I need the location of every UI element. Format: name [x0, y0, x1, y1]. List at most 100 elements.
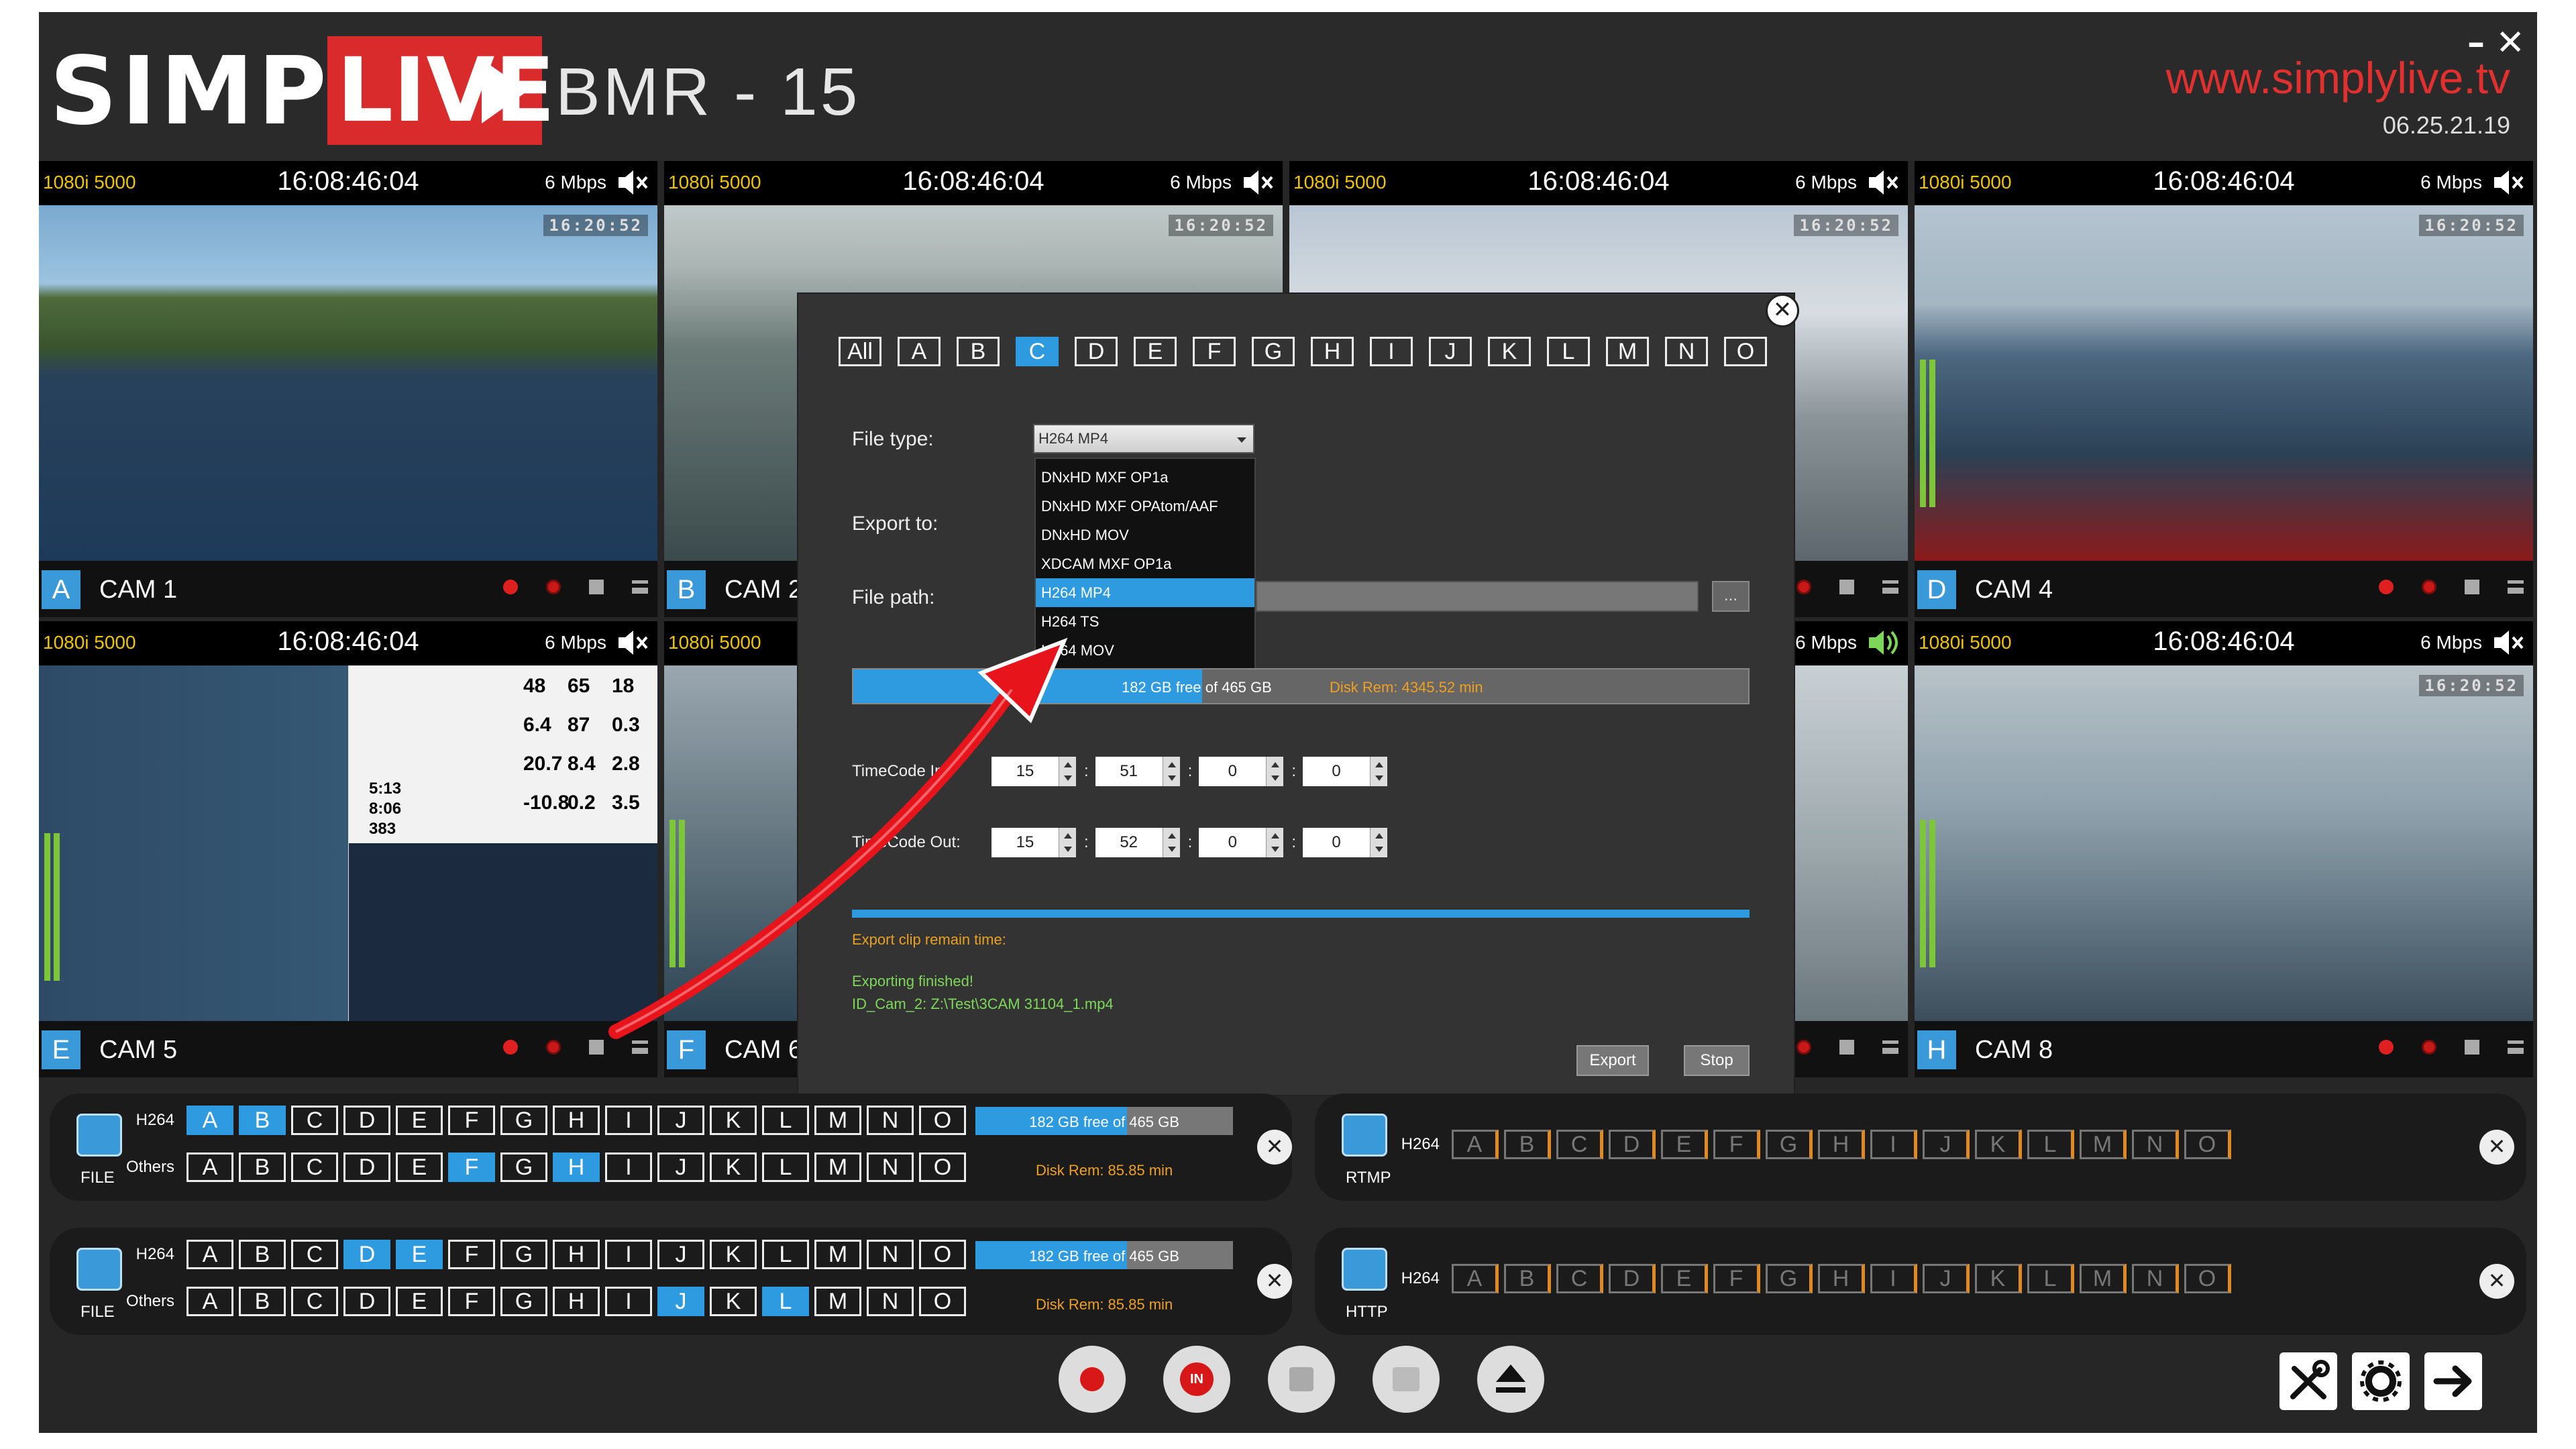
record-in-button[interactable]: IN [1163, 1346, 1230, 1413]
stream-select-h[interactable]: H [1818, 1130, 1865, 1159]
camera-select-n[interactable]: N [867, 1152, 914, 1182]
tools-button[interactable] [2279, 1352, 2337, 1410]
camera-select-j[interactable]: J [657, 1106, 704, 1135]
broadcast-icon[interactable] [1342, 1114, 1387, 1157]
camera-select-n[interactable]: N [867, 1240, 914, 1269]
camera-select-l[interactable]: L [762, 1106, 809, 1135]
stream-select-o[interactable]: O [2184, 1130, 2231, 1159]
stream-select-h[interactable]: H [1818, 1264, 1865, 1293]
camera-select-a[interactable]: A [186, 1240, 233, 1269]
camera-select-e[interactable]: E [396, 1152, 443, 1182]
camera-select-o[interactable]: O [919, 1106, 966, 1135]
camera-select-o[interactable]: O [919, 1287, 966, 1316]
stream-select-m[interactable]: M [2080, 1130, 2127, 1159]
camera-select-h[interactable]: H [553, 1287, 600, 1316]
stream-select-f[interactable]: F [1713, 1130, 1760, 1159]
camera-select-l[interactable]: L [762, 1240, 809, 1269]
camera-select-a[interactable]: A [186, 1287, 233, 1316]
stream-select-i[interactable]: I [1870, 1264, 1917, 1293]
camera-select-j[interactable]: J [657, 1152, 704, 1182]
stream-select-b[interactable]: B [1504, 1264, 1551, 1293]
playlist-button[interactable] [1373, 1346, 1440, 1413]
camera-select-a[interactable]: A [186, 1106, 233, 1135]
camera-select-o[interactable]: O [919, 1152, 966, 1182]
remove-panel-button[interactable]: ✕ [2479, 1264, 2514, 1299]
camera-select-e[interactable]: E [396, 1106, 443, 1135]
camera-select-j[interactable]: J [657, 1240, 704, 1269]
camera-select-f[interactable]: F [448, 1106, 495, 1135]
camera-select-n[interactable]: N [867, 1106, 914, 1135]
camera-select-l[interactable]: L [762, 1152, 809, 1182]
camera-select-e[interactable]: E [396, 1287, 443, 1316]
camera-select-h[interactable]: H [553, 1240, 600, 1269]
stream-select-a[interactable]: A [1452, 1130, 1499, 1159]
stream-select-f[interactable]: F [1713, 1264, 1760, 1293]
record-button[interactable] [1059, 1346, 1126, 1413]
camera-select-c[interactable]: C [291, 1240, 338, 1269]
stream-select-k[interactable]: K [1975, 1130, 2022, 1159]
camera-select-h[interactable]: H [553, 1106, 600, 1135]
stream-select-b[interactable]: B [1504, 1130, 1551, 1159]
settings-button[interactable] [2352, 1352, 2410, 1410]
stream-select-c[interactable]: C [1556, 1264, 1603, 1293]
camera-select-c[interactable]: C [291, 1152, 338, 1182]
camera-select-c[interactable]: C [291, 1106, 338, 1135]
stream-select-l[interactable]: L [2027, 1130, 2074, 1159]
exit-button[interactable] [2424, 1352, 2482, 1410]
stream-select-m[interactable]: M [2080, 1264, 2127, 1293]
camera-select-k[interactable]: K [710, 1240, 757, 1269]
camera-select-d[interactable]: D [343, 1106, 390, 1135]
stream-select-d[interactable]: D [1609, 1264, 1656, 1293]
stop-record-button[interactable] [1268, 1346, 1335, 1413]
camera-select-e[interactable]: E [396, 1240, 443, 1269]
camera-select-k[interactable]: K [710, 1287, 757, 1316]
stream-select-d[interactable]: D [1609, 1130, 1656, 1159]
camera-select-d[interactable]: D [343, 1240, 390, 1269]
camera-select-m[interactable]: M [814, 1240, 861, 1269]
camera-select-f[interactable]: F [448, 1287, 495, 1316]
camera-select-f[interactable]: F [448, 1240, 495, 1269]
stream-select-e[interactable]: E [1661, 1130, 1708, 1159]
stream-select-l[interactable]: L [2027, 1264, 2074, 1293]
camera-select-k[interactable]: K [710, 1106, 757, 1135]
camera-select-a[interactable]: A [186, 1152, 233, 1182]
camera-select-i[interactable]: I [605, 1152, 652, 1182]
stream-select-j[interactable]: J [1923, 1130, 1970, 1159]
camera-select-g[interactable]: G [500, 1240, 547, 1269]
camera-select-d[interactable]: D [343, 1152, 390, 1182]
camera-select-m[interactable]: M [814, 1152, 861, 1182]
camera-select-i[interactable]: I [605, 1287, 652, 1316]
camera-select-c[interactable]: C [291, 1287, 338, 1316]
camera-select-b[interactable]: B [239, 1106, 286, 1135]
camera-select-i[interactable]: I [605, 1240, 652, 1269]
stream-select-g[interactable]: G [1766, 1264, 1813, 1293]
camera-select-g[interactable]: G [500, 1106, 547, 1135]
camera-select-m[interactable]: M [814, 1287, 861, 1316]
stream-select-a[interactable]: A [1452, 1264, 1499, 1293]
camera-select-o[interactable]: O [919, 1240, 966, 1269]
remove-panel-button[interactable]: ✕ [2479, 1130, 2514, 1165]
stream-select-e[interactable]: E [1661, 1264, 1708, 1293]
camera-select-i[interactable]: I [605, 1106, 652, 1135]
remove-panel-button[interactable]: ✕ [1257, 1264, 1292, 1299]
stream-select-n[interactable]: N [2132, 1264, 2179, 1293]
camera-select-b[interactable]: B [239, 1152, 286, 1182]
eject-button[interactable] [1477, 1346, 1544, 1413]
stream-select-i[interactable]: I [1870, 1130, 1917, 1159]
broadcast-icon[interactable] [1342, 1248, 1387, 1291]
camera-select-f[interactable]: F [448, 1152, 495, 1182]
folder-icon[interactable] [76, 1114, 122, 1157]
stream-select-c[interactable]: C [1556, 1130, 1603, 1159]
folder-icon[interactable] [76, 1248, 122, 1291]
camera-select-m[interactable]: M [814, 1106, 861, 1135]
camera-select-j[interactable]: J [657, 1287, 704, 1316]
camera-select-n[interactable]: N [867, 1287, 914, 1316]
stream-select-g[interactable]: G [1766, 1130, 1813, 1159]
camera-select-g[interactable]: G [500, 1152, 547, 1182]
camera-select-l[interactable]: L [762, 1287, 809, 1316]
stream-select-k[interactable]: K [1975, 1264, 2022, 1293]
camera-select-g[interactable]: G [500, 1287, 547, 1316]
stream-select-n[interactable]: N [2132, 1130, 2179, 1159]
camera-select-k[interactable]: K [710, 1152, 757, 1182]
camera-select-h[interactable]: H [553, 1152, 600, 1182]
